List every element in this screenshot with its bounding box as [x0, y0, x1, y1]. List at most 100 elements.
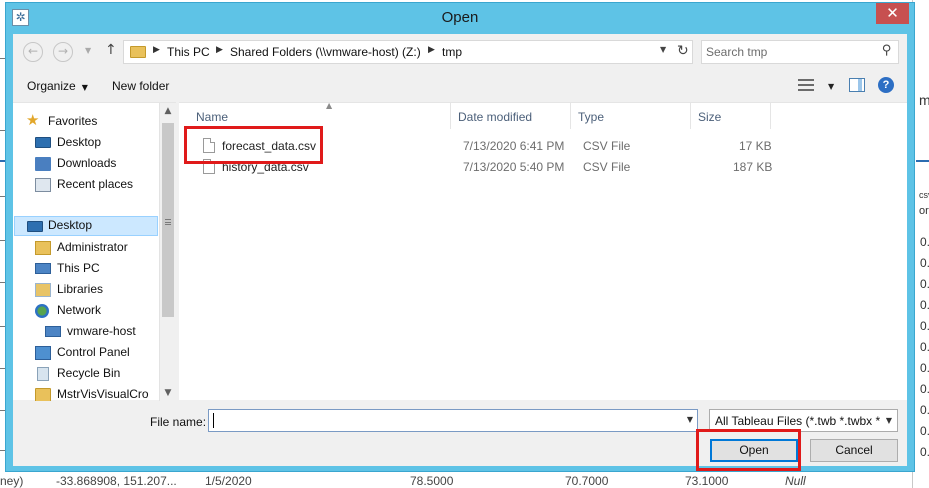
- organize-label: Organize: [27, 79, 76, 93]
- change-view-icon[interactable]: [798, 79, 814, 91]
- chevron-down-icon[interactable]: ▼: [687, 415, 693, 424]
- column-header-label: Size: [698, 110, 722, 124]
- background-cell: 0.: [920, 235, 929, 249]
- nav-item-desktop-root[interactable]: Desktop: [14, 216, 158, 236]
- scroll-up-icon[interactable]: ▲: [160, 103, 176, 119]
- breadcrumb-separator-icon[interactable]: ▶: [216, 45, 223, 55]
- chevron-down-icon: ▼: [81, 83, 88, 92]
- background-cell: 73.1000: [685, 474, 729, 488]
- up-folder-button[interactable]: ↑: [105, 42, 117, 58]
- background-column-sub: or: [919, 205, 929, 217]
- background-cell: 0.: [920, 403, 929, 417]
- folder-icon: [130, 46, 146, 58]
- nav-item-label: Recent places: [57, 177, 134, 191]
- file-size: 17 KB: [739, 139, 772, 153]
- nav-item-label: Favorites: [48, 114, 98, 128]
- background-cell: 0.: [920, 256, 929, 270]
- column-header-label: Type: [578, 110, 605, 124]
- libraries-icon: [35, 283, 51, 297]
- file-name-input[interactable]: [212, 413, 672, 429]
- desktop-icon: [35, 137, 51, 148]
- desktop-icon: [27, 221, 43, 232]
- file-row-forecast-data[interactable]: forecast_data.csv 7/13/2020 6:41 PM CSV …: [179, 135, 779, 156]
- refresh-icon[interactable]: ↻: [677, 43, 689, 59]
- file-size: 187 KB: [733, 160, 773, 174]
- column-header-name[interactable]: Name ▲: [189, 101, 451, 129]
- nav-pane-scrollbar[interactable]: ▲ ▼: [159, 103, 176, 401]
- network-icon: [35, 304, 49, 318]
- background-table-row: ney) -33.868908, 151.207... 1/5/2020 78.…: [0, 474, 929, 488]
- organize-menu[interactable]: Organize ▼: [27, 79, 88, 93]
- view-options-dropdown-icon[interactable]: ▼: [828, 82, 834, 91]
- forward-button[interactable]: →: [53, 42, 73, 62]
- user-folder-icon: [35, 241, 51, 255]
- background-cell: 0.: [920, 424, 929, 438]
- file-type: CSV File: [583, 139, 631, 153]
- address-bar[interactable]: ▶ This PC ▶ Shared Folders (\\vmware-hos…: [123, 40, 693, 64]
- breadcrumb-separator-icon[interactable]: ▶: [153, 45, 160, 55]
- back-button[interactable]: ←: [23, 42, 43, 62]
- new-folder-button[interactable]: New folder: [112, 79, 169, 93]
- background-header-text: m: [919, 92, 929, 108]
- background-cell: 78.5000: [410, 474, 454, 488]
- background-cell: 0.: [920, 340, 929, 354]
- column-header-size[interactable]: Size: [691, 103, 771, 129]
- downloads-icon: [35, 157, 51, 171]
- nav-item-label: Downloads: [57, 156, 117, 170]
- open-dialog: ✲ Open ✕ ← → ▼ ↑ ▶ This PC ▶ Shared Fold…: [5, 2, 915, 472]
- address-row: ← → ▼ ↑ ▶ This PC ▶ Shared Folders (\\vm…: [13, 34, 907, 70]
- chevron-down-icon[interactable]: ▼: [881, 410, 897, 431]
- nav-item-label: vmware-host: [67, 324, 136, 338]
- nav-item-favorites[interactable]: ★ Favorites: [26, 112, 176, 132]
- nav-item-label: Desktop: [48, 218, 93, 232]
- cancel-button[interactable]: Cancel: [810, 439, 898, 462]
- background-cell: 0.: [920, 277, 929, 291]
- breadcrumb-tmp[interactable]: tmp: [442, 45, 462, 59]
- close-button[interactable]: ✕: [876, 3, 909, 24]
- background-cell: 1/5/2020: [205, 474, 252, 488]
- background-cell: 70.7000: [565, 474, 609, 488]
- column-header-date-modified[interactable]: Date modified: [451, 103, 571, 129]
- open-button[interactable]: Open: [710, 439, 798, 462]
- background-cell: 0.: [920, 319, 929, 333]
- computer-icon: [45, 326, 61, 337]
- nav-item-label: This PC: [57, 261, 100, 275]
- nav-item-mstrvis[interactable]: MstrVisVisualCro: [35, 385, 157, 401]
- control-panel-icon: [35, 346, 51, 360]
- csv-file-icon: [203, 159, 215, 174]
- recycle-bin-icon: [37, 367, 49, 381]
- breadcrumb-this-pc[interactable]: This PC: [167, 45, 210, 59]
- nav-item-label: Administrator: [57, 240, 128, 254]
- file-type: CSV File: [583, 160, 631, 174]
- address-dropdown-icon[interactable]: ▼: [660, 45, 666, 54]
- nav-item-label: Control Panel: [57, 345, 130, 359]
- scroll-down-icon[interactable]: ▼: [160, 385, 176, 401]
- csv-file-icon: [203, 138, 215, 153]
- file-row-history-data[interactable]: history_data.csv 7/13/2020 5:40 PM CSV F…: [179, 156, 779, 177]
- file-name-combobox[interactable]: ▼: [208, 409, 698, 432]
- folder-icon: [35, 388, 51, 401]
- column-header-type[interactable]: Type: [571, 103, 691, 129]
- star-icon: ★: [26, 111, 40, 129]
- scrollbar-thumb[interactable]: [162, 123, 174, 317]
- search-box[interactable]: ⚲: [701, 40, 899, 64]
- file-name: forecast_data.csv: [222, 139, 317, 153]
- search-icon[interactable]: ⚲: [882, 43, 892, 58]
- background-cell: 0.: [920, 298, 929, 312]
- search-input[interactable]: [706, 44, 871, 60]
- recent-locations-dropdown[interactable]: ▼: [85, 46, 91, 55]
- file-list-pane: Name ▲ Date modified Type Size forecast_…: [179, 101, 907, 400]
- background-cell: ney): [0, 474, 24, 488]
- breadcrumb-separator-icon[interactable]: ▶: [428, 45, 435, 55]
- navigation-pane: ★ Favorites Desktop Downloads Recent pla…: [13, 102, 176, 401]
- text-caret: [213, 413, 214, 428]
- title-bar[interactable]: ✲ Open ✕: [6, 3, 914, 33]
- help-icon[interactable]: ?: [878, 77, 894, 93]
- file-type-filter[interactable]: All Tableau Files (*.twb *.twbx * ▼: [709, 409, 898, 432]
- file-name-label: File name:: [150, 415, 207, 429]
- breadcrumb-shared-folders[interactable]: Shared Folders (\\vmware-host) (Z:): [230, 45, 421, 59]
- file-date-modified: 7/13/2020 6:41 PM: [463, 139, 565, 153]
- nav-item-label: Libraries: [57, 282, 104, 296]
- preview-pane-icon[interactable]: [849, 78, 865, 92]
- nav-item-label: Network: [57, 303, 102, 317]
